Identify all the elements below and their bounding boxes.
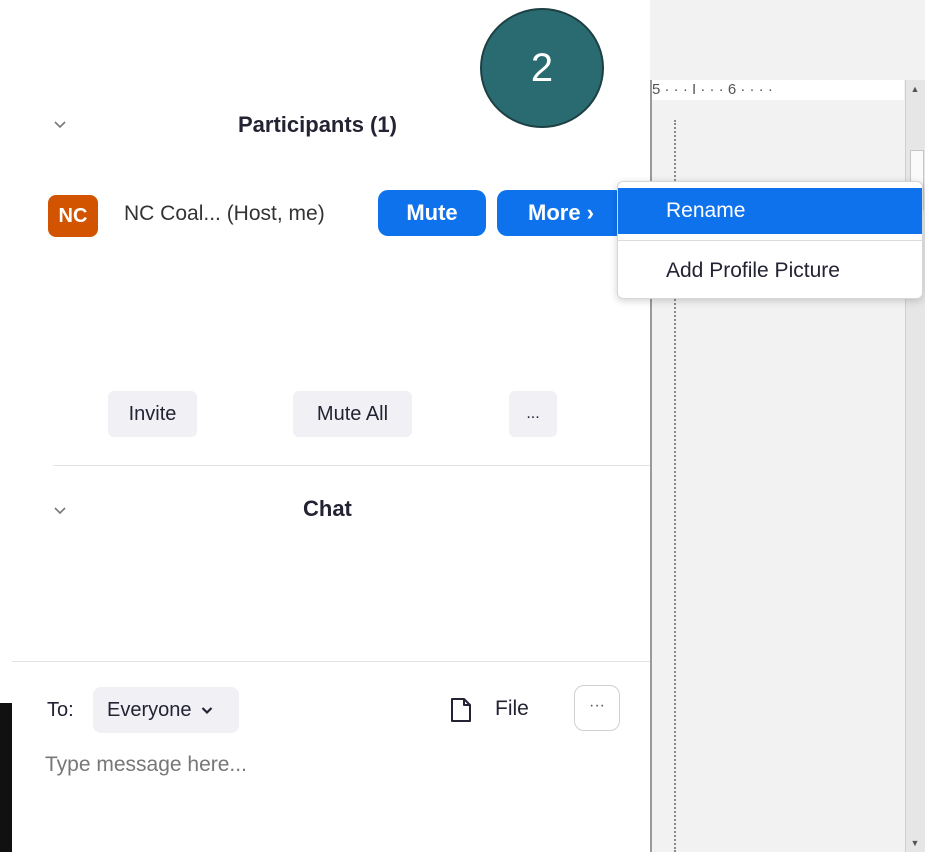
participants-title: Participants (1) [238,112,397,137]
chat-title: Chat [303,496,352,521]
chat-more-button[interactable]: ··· [574,685,620,731]
file-icon[interactable] [450,697,472,723]
section-divider [53,465,650,466]
ruler: 5 · · · I · · · 6 · · · · [652,80,904,100]
file-button[interactable]: File [495,695,529,723]
window-edge [0,703,12,852]
participant-name: NC Coal... (Host, me) [124,202,325,225]
invite-button[interactable]: Invite [108,391,197,437]
message-input[interactable] [45,747,605,783]
step-number-badge: 2 [480,8,604,128]
more-button[interactable]: More › [497,190,625,236]
chevron-down-icon [54,121,66,129]
menu-item-add-profile-picture[interactable]: Add Profile Picture [618,248,922,294]
collapse-participants-icon[interactable] [50,116,70,134]
participants-more-button[interactable]: ... [509,391,557,437]
ruler-text: 5 · · · I · · · 6 · · · · [652,81,773,98]
avatar: NC [48,195,98,237]
recipient-value: Everyone [107,699,192,721]
chevron-down-icon [201,707,213,715]
scroll-up-icon[interactable]: ▲ [905,80,925,98]
collapse-chat-icon[interactable] [50,502,70,520]
chevron-down-icon [54,507,66,515]
menu-item-rename[interactable]: Rename [618,188,922,234]
to-label: To: [47,699,74,721]
recipient-dropdown[interactable]: Everyone [93,687,239,733]
scroll-down-icon[interactable]: ▼ [905,834,925,852]
chat-footer-divider [12,661,650,662]
mute-all-button[interactable]: Mute All [293,391,412,437]
mute-button[interactable]: Mute [378,190,486,236]
menu-divider [618,240,922,241]
